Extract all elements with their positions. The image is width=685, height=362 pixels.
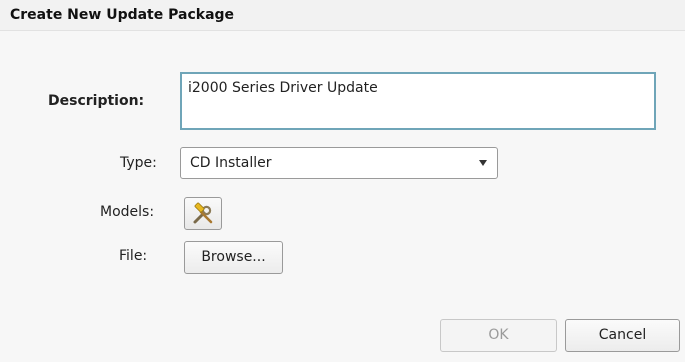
type-select-value: CD Installer: [190, 155, 272, 171]
create-update-package-dialog: Create New Update Package Description: i…: [0, 0, 685, 362]
type-select[interactable]: CD Installer: [180, 147, 498, 179]
tools-icon: [193, 202, 213, 223]
cancel-button[interactable]: Cancel: [565, 319, 680, 352]
chevron-down-icon: [479, 160, 487, 166]
description-field[interactable]: i2000 Series Driver Update: [180, 72, 656, 130]
models-button[interactable]: [184, 197, 222, 230]
dialog-title-bar: Create New Update Package: [0, 0, 685, 31]
models-label: Models:: [100, 204, 155, 220]
description-label: Description:: [48, 93, 145, 109]
browse-button[interactable]: Browse...: [184, 241, 283, 274]
ok-button[interactable]: OK: [440, 319, 557, 352]
type-label: Type:: [120, 155, 157, 171]
file-label: File:: [119, 248, 148, 264]
dialog-title: Create New Update Package: [10, 7, 235, 23]
